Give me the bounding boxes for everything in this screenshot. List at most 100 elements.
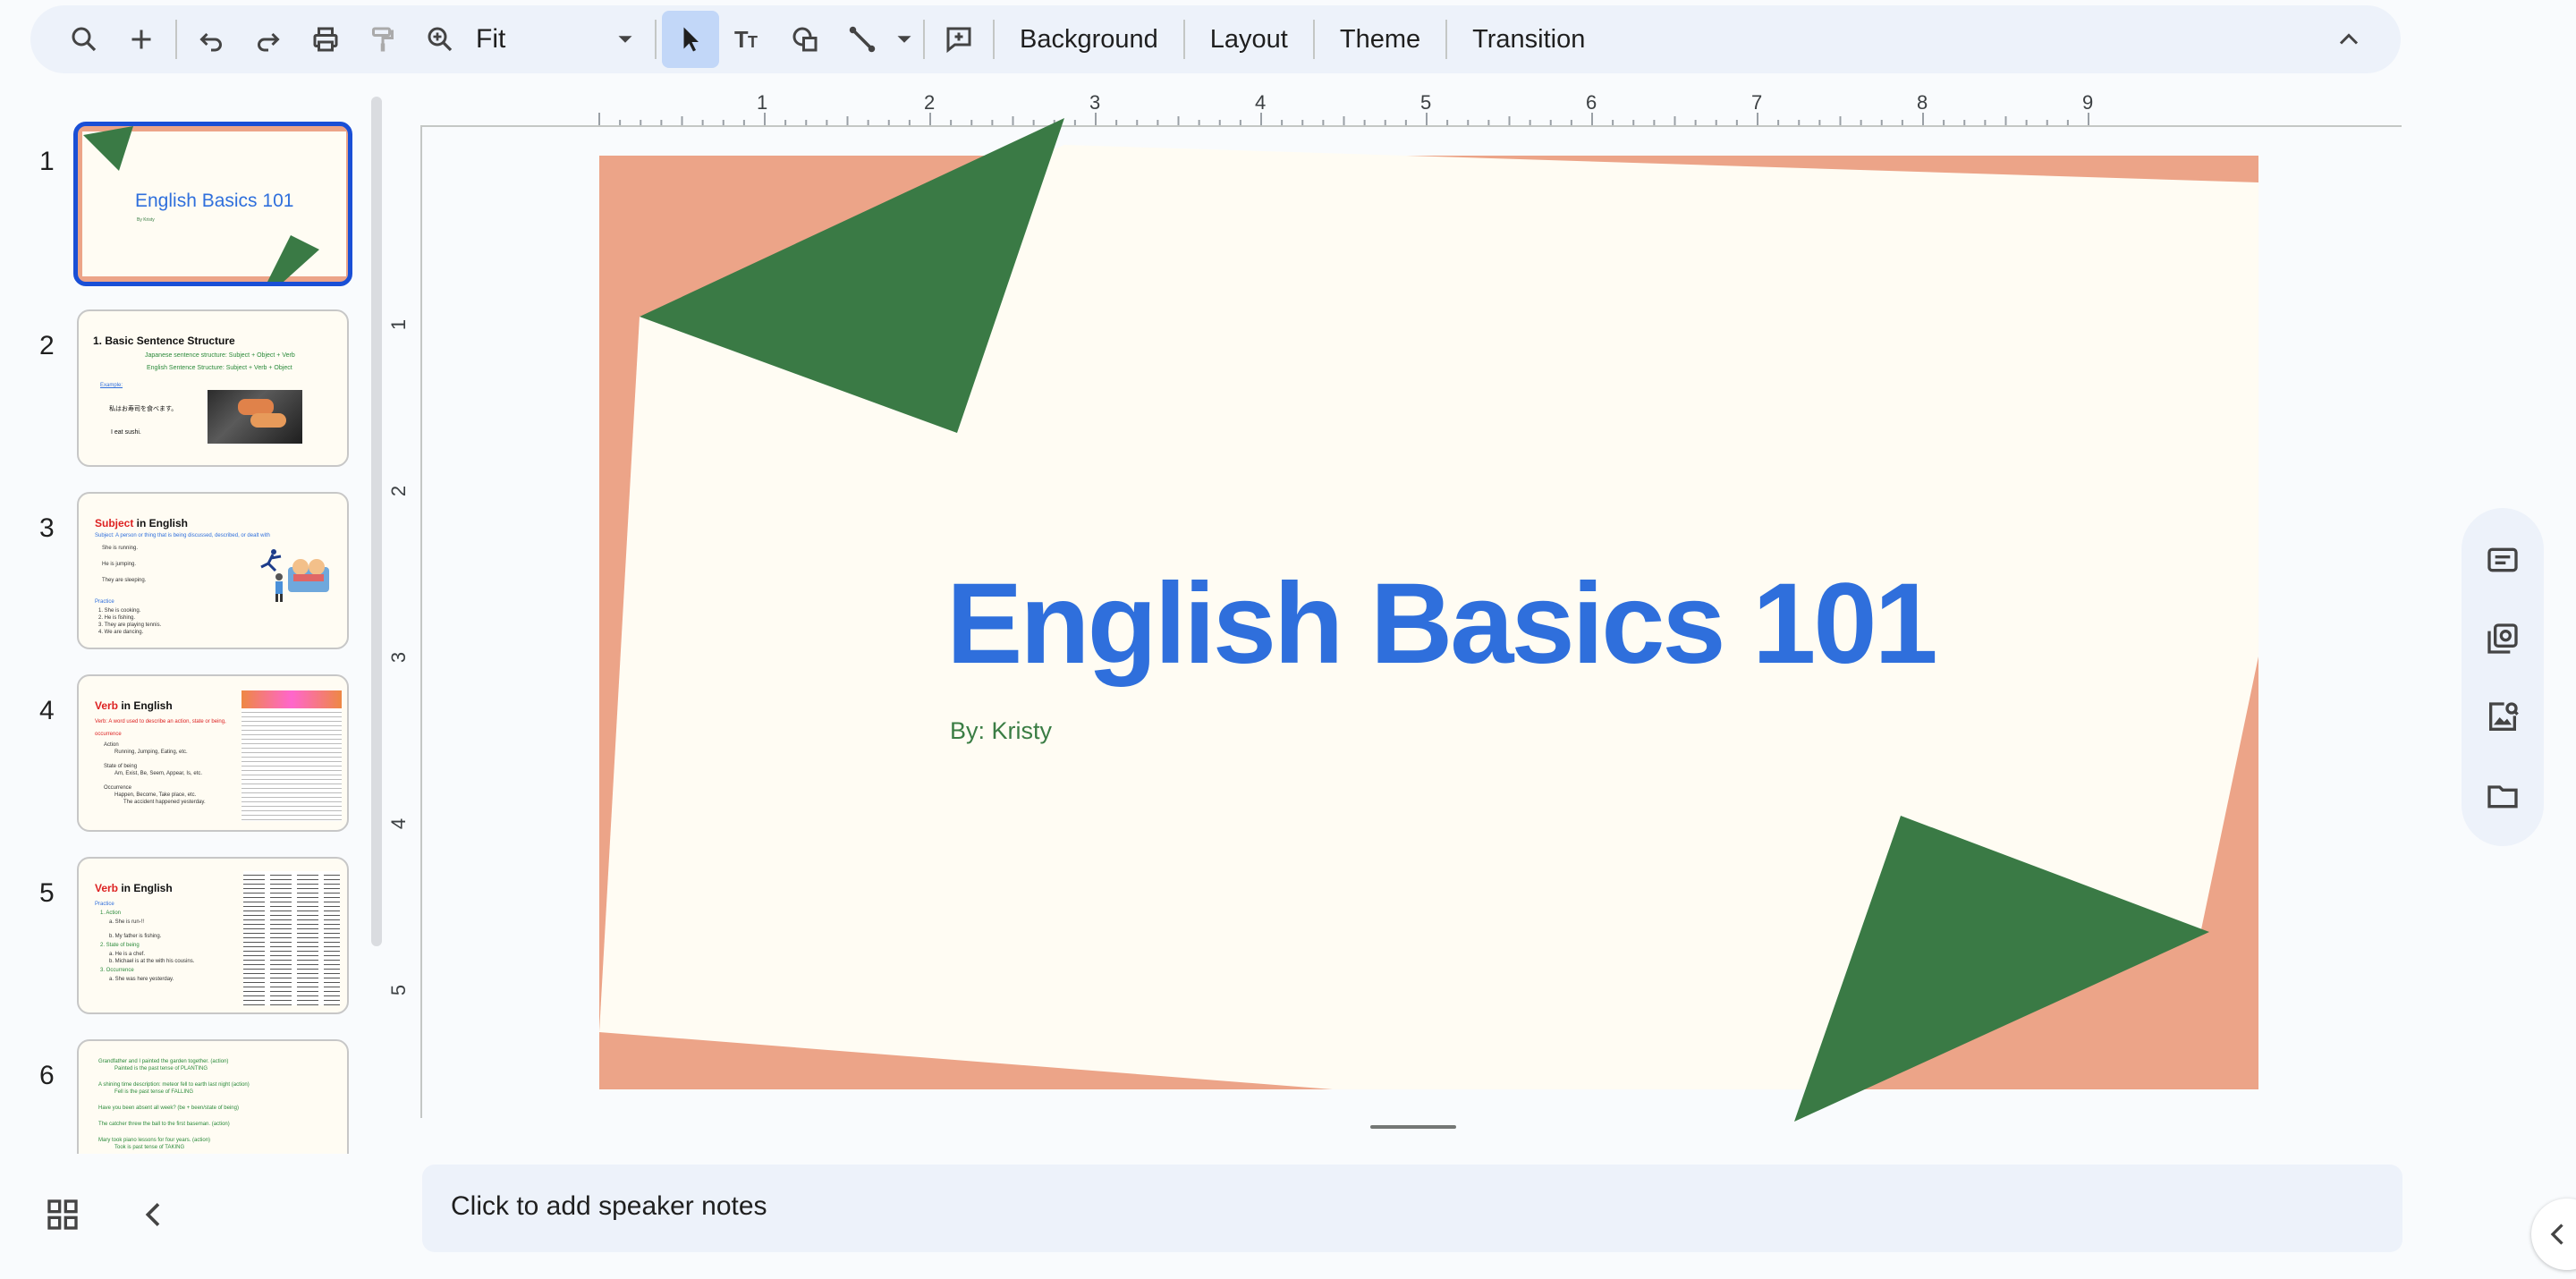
thumb-text-line: Painted is the past tense of PLANTING — [114, 1066, 208, 1071]
slide-thumbnail[interactable]: Verb in English Practice 1. Action a. Sh… — [77, 857, 349, 1014]
background-button[interactable]: Background — [1000, 13, 1178, 66]
ruler-label: 3 — [387, 651, 411, 664]
sushi-image — [208, 390, 302, 444]
ruler-label: 9 — [2082, 91, 2094, 114]
text-box-icon[interactable]: TT — [719, 11, 776, 68]
slide-thumbnail[interactable]: Verb in English Verb: A word used to des… — [77, 674, 349, 832]
illustration-image — [258, 547, 284, 574]
plus-icon[interactable] — [113, 11, 170, 68]
layout-button[interactable]: Layout — [1191, 13, 1308, 66]
zoom-icon[interactable] — [411, 11, 469, 68]
thumb-title-rest: in English — [133, 517, 189, 529]
print-icon[interactable] — [297, 11, 354, 68]
filmstrip-scrollbar[interactable] — [371, 97, 382, 946]
horizontal-ruler: 1 2 3 4 5 6 7 8 9 — [420, 89, 2402, 127]
thumb-title: Verb in English — [95, 882, 173, 894]
slide-editor[interactable]: English Basics 101 By: Kristy — [599, 118, 2258, 1122]
thumb-text-line: Practice — [95, 599, 114, 605]
ruler-label: 5 — [1420, 91, 1432, 114]
chevron-left-icon[interactable] — [136, 1197, 172, 1237]
slide-title[interactable]: English Basics 101 — [946, 558, 1938, 690]
thumb-text-line: Subject: A person or thing that is being… — [95, 533, 270, 538]
verb-list-image — [242, 690, 342, 821]
select-icon[interactable] — [662, 11, 719, 68]
speaker-notes[interactable]: Click to add speaker notes — [422, 1165, 2402, 1252]
shape-icon[interactable] — [776, 11, 834, 68]
toolbar-divider — [1312, 20, 1315, 59]
slide-thumbnail[interactable]: 1. Basic Sentence Structure Japanese sen… — [77, 309, 349, 467]
thumb-text-line: Am, Exist, Be, Seem, Appear, Is, etc. — [114, 771, 203, 776]
filmstrip-item[interactable]: 1 English Basics 101 By Kristy — [0, 122, 376, 292]
thumb-text-line: a. He is a chef. — [109, 952, 146, 957]
thumb-text-line: Occurrence — [104, 785, 132, 791]
expand-side-panel-button[interactable] — [2531, 1199, 2576, 1270]
ruler-label: 3 — [1089, 91, 1101, 114]
thumb-text-line: Japanese sentence structure: Subject + O… — [145, 352, 295, 359]
comment-icon[interactable] — [930, 11, 987, 68]
thumb-title-highlight: Subject — [95, 517, 134, 529]
filmstrip-item[interactable]: 2 1. Basic Sentence Structure Japanese s… — [0, 309, 376, 476]
grid-view-icon[interactable] — [45, 1197, 80, 1237]
slide-number: 6 — [39, 1061, 55, 1090]
thumb-text-line: Action — [104, 742, 119, 748]
ruler-label: 2 — [924, 91, 936, 114]
notes-resize-handle[interactable] — [1370, 1125, 1456, 1129]
thumb-text-line: Practice — [95, 902, 114, 907]
ruler-label: 1 — [387, 318, 411, 331]
thumb-byline: By Kristy — [137, 217, 155, 223]
filmstrip-item[interactable]: 4 Verb in English Verb: A word used to d… — [0, 674, 376, 841]
zoom-value: Fit — [476, 24, 506, 54]
zoom-dropdown[interactable]: Fit — [469, 13, 612, 66]
thumb-title: Verb in English — [95, 699, 173, 712]
filmstrip-item[interactable]: 6 Grandfather and I painted the garden t… — [0, 1039, 376, 1154]
keep-notes-icon[interactable] — [2485, 542, 2521, 578]
toolbar-divider — [1445, 20, 1448, 59]
thumb-text-line: 2. He is fishing. — [98, 615, 136, 621]
slide-number: 5 — [39, 878, 55, 908]
search-icon[interactable] — [55, 11, 113, 68]
paint-format-icon[interactable] — [354, 11, 411, 68]
thumb-text-line: Verb: A word used to describe an action,… — [95, 719, 226, 737]
thumb-title-rest: in English — [118, 699, 173, 712]
slide-subtitle[interactable]: By: Kristy — [950, 717, 1052, 745]
tasks-icon[interactable] — [2485, 621, 2521, 656]
thumb-text-line: 3. They are playing tennis. — [98, 623, 162, 628]
folder-icon[interactable] — [2485, 778, 2521, 814]
slide-thumbnail[interactable]: Subject in English Subject: A person or … — [77, 492, 349, 649]
collapse-icon[interactable] — [2320, 11, 2377, 68]
undo-icon[interactable] — [182, 11, 240, 68]
thumb-text-line: She is running. — [102, 546, 139, 551]
line-icon[interactable] — [834, 11, 891, 68]
filmstrip-item[interactable]: 3 Subject in English Subject: A person o… — [0, 492, 376, 658]
slide-filmstrip: 1 English Basics 101 By Kristy 2 1. Basi… — [0, 107, 376, 1154]
chevron-down-icon[interactable] — [612, 13, 639, 66]
svg-text:T: T — [734, 28, 749, 53]
thumb-text-line: Grandfather and I painted the garden tog… — [98, 1059, 229, 1064]
toolbar-divider — [1182, 20, 1185, 59]
thumb-text-line: I eat sushi. — [111, 429, 141, 436]
slide-thumbnail[interactable]: Grandfather and I painted the garden tog… — [77, 1039, 349, 1154]
slide-number: 3 — [39, 513, 55, 543]
speaker-notes-placeholder[interactable]: Click to add speaker notes — [451, 1191, 767, 1222]
redo-icon[interactable] — [240, 11, 297, 68]
thumb-text-line: b. Michael is at the with his cousins. — [109, 959, 195, 964]
thumb-title-highlight: Verb — [95, 882, 119, 894]
slide-thumbnail[interactable]: English Basics 101 By Kristy — [73, 122, 352, 286]
transition-button[interactable]: Transition — [1453, 13, 1605, 66]
thumb-text-line: The catcher threw the ball to the first … — [98, 1122, 230, 1127]
ruler-label: 8 — [1917, 91, 1928, 114]
ruler-label: 2 — [387, 485, 411, 497]
thumb-text-line: Have you been absent all week? (be + bee… — [98, 1105, 239, 1111]
theme-button[interactable]: Theme — [1320, 13, 1440, 66]
thumb-text-line: Took is past tense of TAKING — [114, 1145, 185, 1150]
thumb-text-line: Mary took piano lessons for four years. … — [98, 1138, 211, 1143]
ruler-label: 4 — [1255, 91, 1267, 114]
verb-list-image — [243, 871, 340, 1005]
filmstrip-item[interactable]: 5 Verb in English Practice 1. Action a. … — [0, 857, 376, 1023]
ruler-label: 5 — [387, 984, 411, 996]
thumb-text-line: 1. She is cooking. — [98, 608, 141, 614]
image-search-icon[interactable] — [2485, 699, 2521, 735]
chevron-down-icon[interactable] — [891, 13, 918, 66]
thumb-text-line: The accident happened yesterday. — [123, 800, 206, 805]
thumb-text-line: 2. State of being — [100, 943, 140, 948]
